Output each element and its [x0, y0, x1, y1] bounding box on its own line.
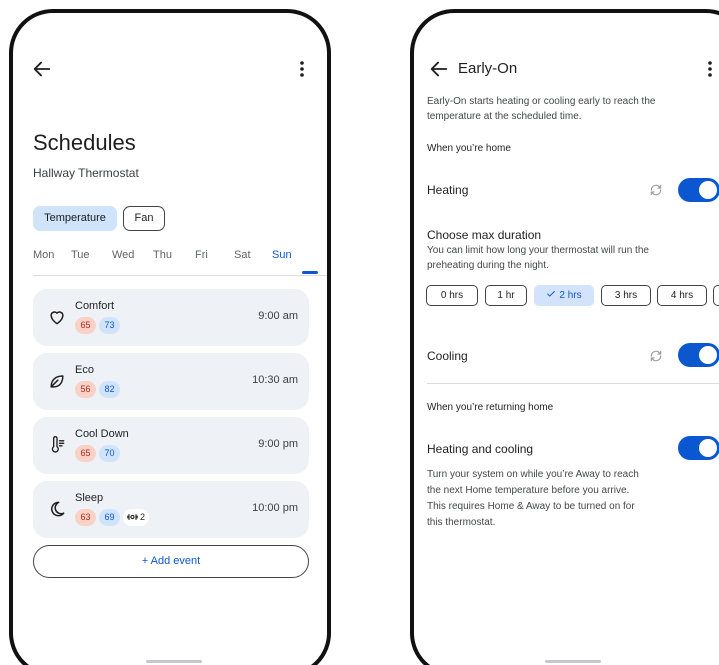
tab-sun[interactable]: Sun	[272, 249, 292, 261]
heating-cooling-description-line-2: the next Home temperature before you arr…	[427, 485, 630, 496]
event-comfort[interactable]: Comfort 65 73 9:00 am	[33, 289, 309, 346]
fan-speed-badge: 2	[123, 509, 150, 526]
event-cool-down[interactable]: Cool Down 65 70 9:00 pm	[33, 417, 309, 474]
heating-cooling-description-line-4: this thermostat.	[427, 517, 496, 528]
fan-speed-value: 2	[140, 512, 146, 522]
cool-setpoint-badge: 70	[99, 445, 120, 462]
toggle-knob	[699, 346, 717, 364]
leaf-icon	[50, 375, 64, 388]
gesture-bar	[146, 660, 202, 663]
toggle-knob	[699, 181, 717, 199]
heat-setpoint-badge: 65	[75, 445, 96, 462]
section-when-home: When you’re home	[427, 143, 511, 154]
event-time: 9:00 pm	[258, 438, 298, 450]
tab-mon[interactable]: Mon	[33, 249, 54, 261]
toggle-knob	[699, 439, 717, 457]
heating-label: Heating	[427, 183, 469, 197]
duration-2-hrs[interactable]: 2 hrs	[534, 285, 594, 306]
setpoint-chips: 65 70	[75, 445, 123, 462]
heat-setpoint-badge: 63	[75, 509, 96, 526]
event-sleep[interactable]: Sleep 63 69 2 10:00 pm	[33, 481, 309, 538]
duration-1-hr[interactable]: 1 hr	[485, 285, 527, 306]
tab-sat[interactable]: Sat	[234, 249, 251, 261]
add-event-button[interactable]: + Add event	[33, 545, 309, 578]
heat-setpoint-badge: 65	[75, 317, 96, 334]
sync-icon	[650, 350, 662, 362]
temperature-chip[interactable]: Temperature	[33, 206, 117, 231]
event-name: Sleep	[75, 492, 104, 504]
more-options-icon[interactable]	[293, 58, 311, 80]
event-name: Cool Down	[75, 428, 129, 440]
event-time: 9:00 am	[258, 310, 298, 322]
duration-more[interactable]	[713, 285, 719, 306]
cool-setpoint-badge: 69	[99, 509, 120, 526]
fan-chip[interactable]: Fan	[123, 206, 165, 231]
cool-setpoint-badge: 82	[99, 381, 120, 398]
section-when-returning: When you’re returning home	[427, 402, 554, 413]
max-duration-title: Choose max duration	[427, 228, 542, 242]
back-arrow-icon[interactable]	[31, 58, 53, 80]
selected-tab-indicator	[302, 271, 318, 274]
schedules-phone: Schedules Hallway Thermostat Temperature…	[9, 9, 331, 665]
event-time: 10:30 am	[252, 374, 298, 386]
heating-cooling-description-line-1: Turn your system on while you’re Away to…	[427, 469, 639, 480]
heat-setpoint-badge: 56	[75, 381, 96, 398]
heating-cooling-description-line-3: This requires Home & Away to be turned o…	[427, 501, 635, 512]
event-name: Comfort	[75, 300, 115, 312]
heating-toggle[interactable]	[678, 178, 719, 202]
back-arrow-icon[interactable]	[428, 58, 450, 80]
more-options-icon[interactable]	[701, 58, 719, 80]
tab-tue[interactable]: Tue	[71, 249, 90, 261]
device-name: Hallway Thermostat	[33, 166, 139, 180]
setpoint-chips: 65 73	[75, 317, 123, 334]
section-divider	[427, 383, 719, 384]
setpoint-chips: 56 82	[75, 381, 123, 398]
tab-fri[interactable]: Fri	[195, 249, 208, 261]
tab-thu[interactable]: Thu	[153, 249, 172, 261]
cooling-label: Cooling	[427, 349, 468, 363]
tab-wed[interactable]: Wed	[112, 249, 134, 261]
page-title: Early-On	[458, 60, 518, 77]
tabs-divider	[33, 275, 327, 276]
cooling-toggle[interactable]	[678, 343, 719, 367]
max-duration-description-line-1: You can limit how long your thermostat w…	[427, 245, 649, 256]
duration-0-hrs[interactable]: 0 hrs	[426, 285, 478, 306]
max-duration-description-line-2: preheating during the night.	[427, 260, 549, 271]
early-on-description-line-1: Early-On starts heating or cooling early…	[427, 96, 656, 107]
setpoint-chips: 63 69 2	[75, 509, 152, 526]
heart-icon	[50, 311, 64, 325]
early-on-phone: Early-On Early-On starts heating or cool…	[410, 9, 719, 665]
moon-icon	[51, 501, 65, 517]
event-time: 10:00 pm	[252, 502, 298, 514]
sync-icon	[650, 184, 662, 196]
heating-and-cooling-toggle[interactable]	[678, 436, 719, 460]
event-eco[interactable]: Eco 56 82 10:30 am	[33, 353, 309, 410]
heating-and-cooling-label: Heating and cooling	[427, 442, 534, 456]
duration-3-hrs[interactable]: 3 hrs	[601, 285, 651, 306]
early-on-description-line-2: temperature at the scheduled time.	[427, 111, 582, 122]
duration-label: 2 hrs	[559, 290, 582, 301]
fan-icon	[127, 513, 138, 521]
gesture-bar	[545, 660, 601, 663]
page-title: Schedules	[33, 130, 136, 155]
cool-setpoint-badge: 73	[99, 317, 120, 334]
event-name: Eco	[75, 364, 94, 376]
duration-4-hrs[interactable]: 4 hrs	[657, 285, 707, 306]
check-icon	[547, 291, 556, 297]
thermometer-icon	[51, 436, 65, 453]
day-tabs: Mon Tue Wed Thu Fri Sat Sun	[33, 249, 318, 277]
